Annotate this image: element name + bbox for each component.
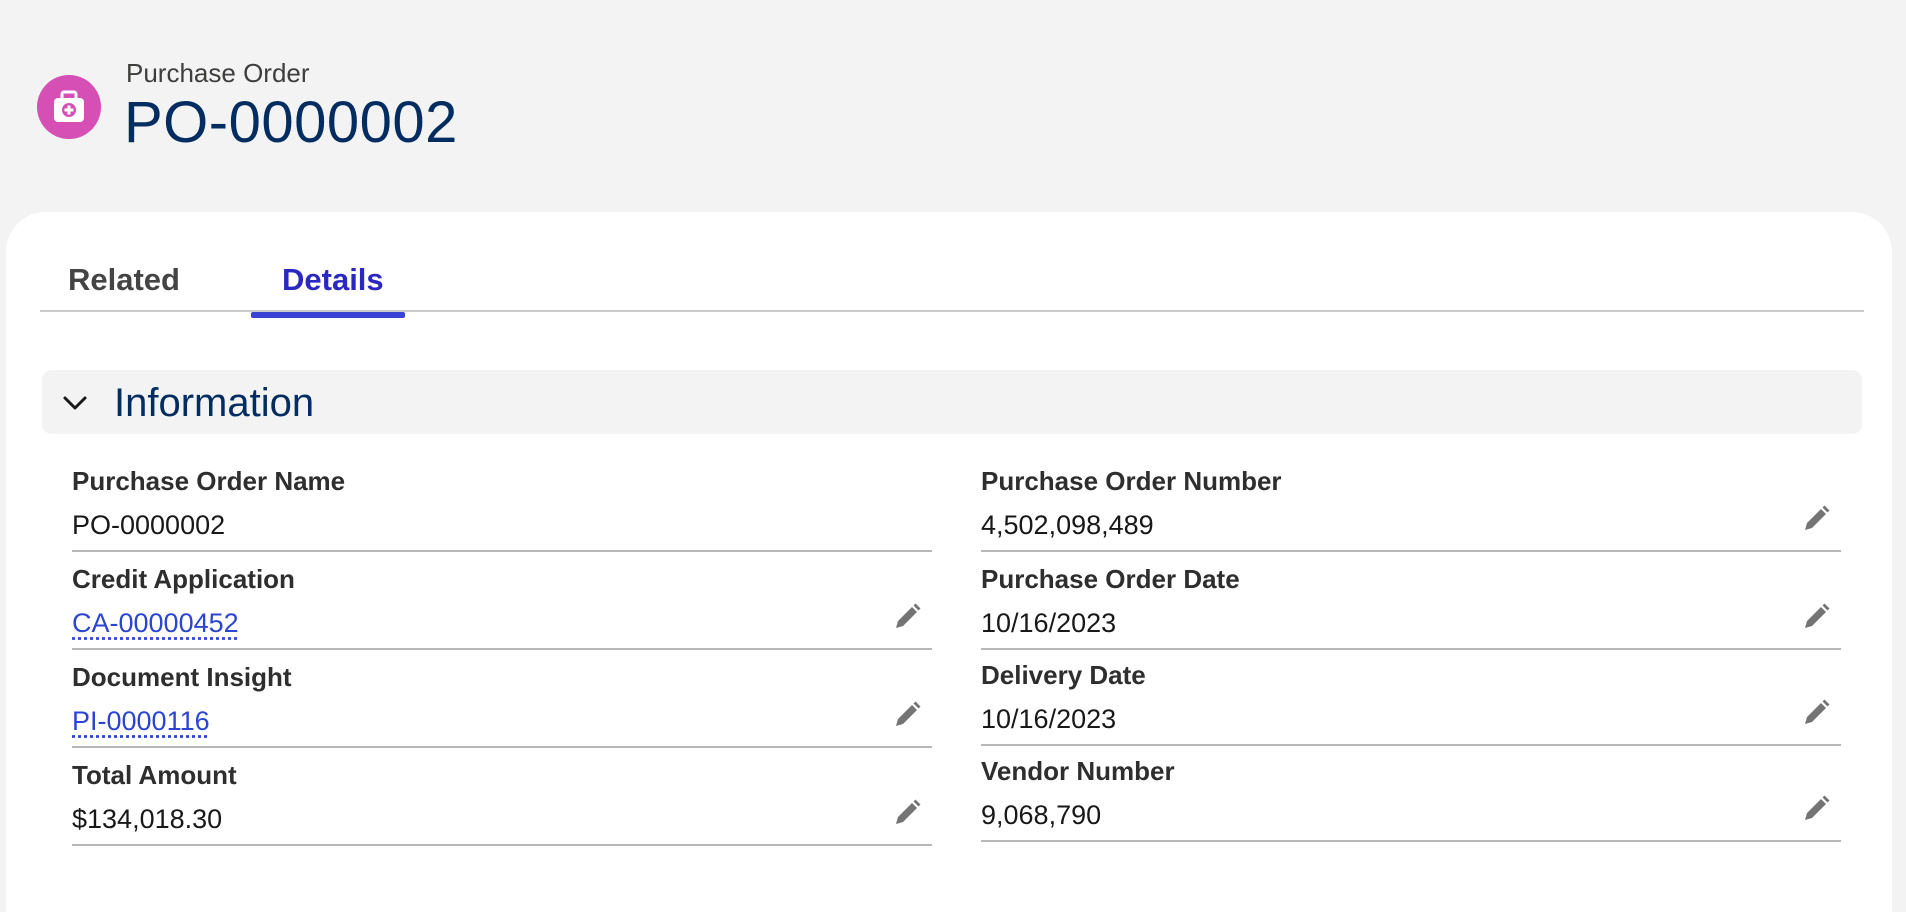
medical-kit-icon [37,75,101,139]
tab-details[interactable]: Details [282,250,384,310]
field-purchase-order-name: Purchase Order Name PO-0000002 [72,454,932,552]
section-title: Information [114,381,315,425]
tab-bar: Related Details [40,250,1864,312]
pencil-icon[interactable] [892,798,922,828]
document-insight-link[interactable]: PI-0000116 [72,706,210,737]
field-delivery-date: Delivery Date 10/16/2023 [981,648,1841,746]
pencil-icon[interactable] [892,700,922,730]
field-label: Delivery Date [981,660,1146,690]
field-label: Purchase Order Name [72,466,346,496]
pencil-icon[interactable] [1801,504,1831,534]
field-document-insight: Document Insight PI-0000116 [72,650,932,748]
page-header: Purchase Order PO-0000002 [0,0,1906,210]
pencil-icon[interactable] [1801,698,1831,728]
section-header-information[interactable]: Information [42,370,1862,434]
field-label: Total Amount [72,760,237,790]
pencil-icon[interactable] [1801,602,1831,632]
field-label: Credit Application [72,564,295,594]
field-value: 10/16/2023 [981,608,1117,638]
credit-application-link[interactable]: CA-00000452 [72,608,239,639]
pencil-icon[interactable] [892,602,922,632]
field-vendor-number: Vendor Number 9,068,790 [981,744,1841,842]
page-title: PO-0000002 [124,90,458,155]
field-purchase-order-date: Purchase Order Date 10/16/2023 [981,552,1841,650]
chevron-down-icon [63,396,87,410]
field-credit-application: Credit Application CA-00000452 [72,552,932,650]
field-purchase-order-number: Purchase Order Number 4,502,098,489 [981,454,1841,552]
tab-related[interactable]: Related [68,250,180,310]
field-value: 10/16/2023 [981,704,1117,734]
field-value: PO-0000002 [72,510,226,540]
record-type-label: Purchase Order [126,58,310,88]
active-tab-indicator [251,312,405,318]
field-label: Vendor Number [981,756,1175,786]
field-total-amount: Total Amount $134,018.30 [72,748,932,846]
field-value: $134,018.30 [72,804,223,834]
field-value: 9,068,790 [981,800,1102,830]
field-label: Purchase Order Date [981,564,1240,594]
pencil-icon[interactable] [1801,794,1831,824]
record-detail-card: Related Details Information Purchase Ord… [6,212,1892,912]
field-value: 4,502,098,489 [981,510,1154,540]
field-label: Document Insight [72,662,292,692]
field-label: Purchase Order Number [981,466,1282,496]
